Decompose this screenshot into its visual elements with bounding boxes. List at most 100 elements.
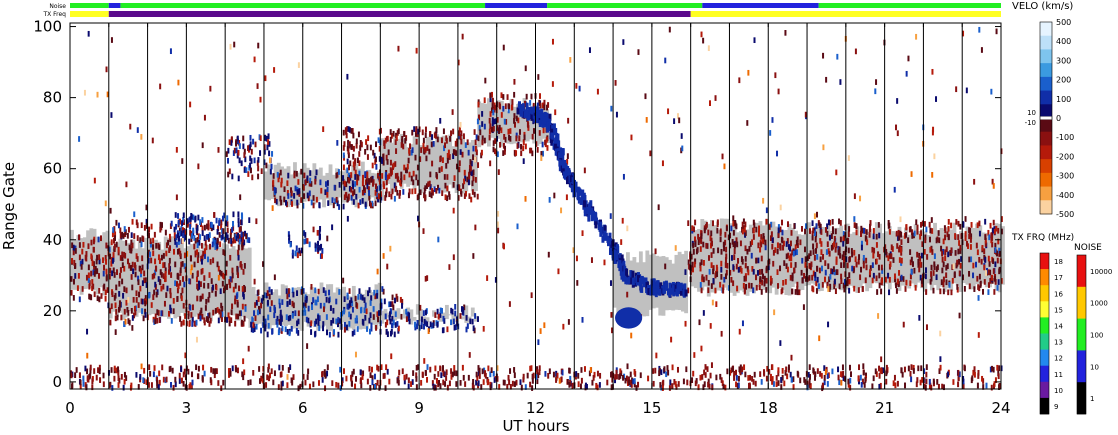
- echo-cell: [776, 150, 779, 157]
- echo-cell: [833, 236, 836, 242]
- echo-cell: [946, 263, 949, 269]
- noise-colorbar-swatch: [1077, 255, 1086, 288]
- txfreq-colorbar-tick: 13: [1054, 339, 1063, 347]
- echo-cell: [878, 272, 881, 279]
- echo-cell: [257, 42, 260, 49]
- echo-cell: [939, 364, 942, 371]
- echo-cell: [853, 285, 856, 292]
- echo-cell: [842, 251, 845, 257]
- echo-cell: [818, 267, 821, 274]
- echo-cell: [337, 331, 340, 338]
- echo-cell: [153, 272, 156, 279]
- echo-cell: [735, 375, 738, 381]
- echo-cell: [176, 272, 179, 279]
- echo-cell: [72, 295, 75, 301]
- echo-cell: [977, 295, 980, 301]
- echo-cell: [278, 302, 281, 309]
- echo-cell: [325, 181, 328, 187]
- echo-cell: [304, 179, 307, 185]
- echo-cell: [254, 141, 257, 148]
- echo-cell: [236, 301, 239, 308]
- echo-cell: [603, 259, 606, 266]
- echo-cell: [919, 256, 922, 262]
- echo-cell: [722, 287, 725, 294]
- echo-cell: [849, 377, 852, 384]
- echo-cell: [461, 364, 464, 371]
- echo-cell: [117, 382, 120, 388]
- echo-cell: [115, 284, 118, 291]
- echo-cell: [234, 283, 237, 289]
- echo-cell: [998, 268, 1001, 275]
- echo-cell: [390, 353, 393, 360]
- echo-cell: [744, 256, 747, 262]
- echo-cell: [377, 310, 380, 316]
- echo-cell: [808, 228, 811, 234]
- y-tick-label: 60: [43, 160, 62, 178]
- echo-cell: [710, 230, 713, 237]
- echo-cell: [626, 363, 629, 370]
- echo-cell: [644, 93, 647, 100]
- echo-cell: [289, 241, 292, 248]
- echo-cell: [450, 319, 453, 326]
- echo-cell: [431, 134, 434, 140]
- echo-cell: [230, 140, 233, 146]
- echo-cell: [738, 366, 741, 373]
- echo-cell: [978, 230, 981, 237]
- echo-cell: [547, 102, 550, 108]
- echo-cell: [984, 218, 987, 225]
- echo-cell: [369, 300, 372, 306]
- echo-cell: [137, 302, 140, 308]
- echo-cell: [491, 97, 494, 104]
- echo-cell: [338, 289, 341, 295]
- echo-cell: [199, 281, 202, 287]
- echo-cell: [781, 219, 784, 226]
- echo-cell: [207, 256, 210, 263]
- echo-cell: [181, 158, 184, 164]
- echo-cell: [345, 375, 348, 382]
- echo-cell: [463, 193, 466, 199]
- echo-cell: [78, 234, 81, 241]
- echo-cell: [909, 249, 912, 255]
- echo-cell: [765, 218, 768, 225]
- echo-cell: [840, 262, 843, 268]
- echo-cell: [853, 222, 856, 228]
- echo-cell: [948, 282, 951, 288]
- echo-cell: [245, 167, 248, 173]
- echo-cell: [942, 261, 945, 268]
- echo-cell: [242, 135, 245, 142]
- echo-cell: [888, 289, 891, 296]
- echo-cell: [291, 201, 294, 207]
- echo-cell: [209, 258, 212, 265]
- echo-cell: [893, 273, 896, 280]
- echo-cell: [408, 312, 411, 319]
- echo-cell: [652, 279, 656, 287]
- echo-cell: [118, 300, 121, 307]
- echo-cell: [217, 317, 220, 324]
- echo-cell: [235, 147, 238, 154]
- echo-cell: [957, 248, 960, 255]
- echo-cell: [426, 321, 429, 328]
- echo-cell: [755, 284, 758, 291]
- echo-cell: [396, 377, 399, 384]
- echo-cell: [113, 365, 116, 372]
- echo-cell: [317, 320, 320, 326]
- echo-cell: [652, 368, 655, 374]
- echo-cell: [872, 375, 875, 382]
- echo-cell: [260, 168, 263, 175]
- echo-cell: [353, 189, 356, 195]
- echo-cell: [801, 257, 804, 264]
- echo-cell: [887, 219, 890, 226]
- echo-cell: [330, 320, 333, 326]
- echo-cell: [81, 248, 84, 255]
- echo-cell: [434, 312, 437, 318]
- echo-cell: [221, 311, 224, 318]
- echo-cell: [692, 249, 695, 255]
- echo-cell: [875, 233, 878, 240]
- noise-colorbar-swatch: [1077, 382, 1086, 415]
- echo-cell: [179, 280, 182, 286]
- echo-cell: [694, 241, 697, 248]
- echo-cell: [513, 118, 516, 124]
- echo-cell: [317, 288, 320, 295]
- echo-cell: [455, 150, 458, 156]
- echo-cell: [763, 280, 766, 287]
